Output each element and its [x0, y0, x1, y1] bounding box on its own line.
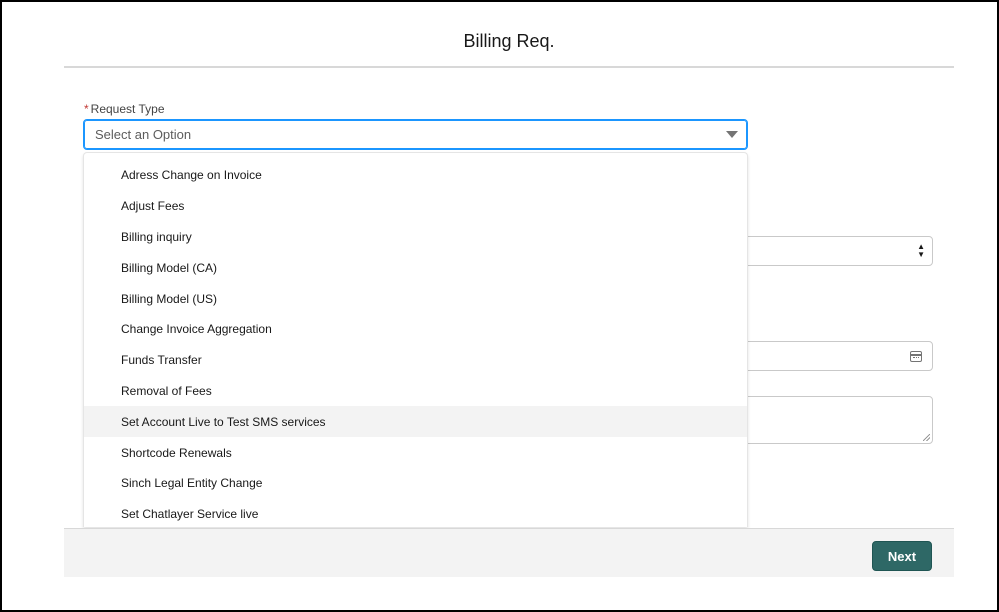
- listbox-option[interactable]: Funds Transfer: [84, 345, 747, 376]
- select-arrows-icon: ▲ ▼: [917, 242, 925, 259]
- combobox-placeholder: Select an Option: [95, 127, 192, 142]
- request-type-combobox[interactable]: Select an Option: [83, 119, 748, 150]
- resize-grip-icon[interactable]: [923, 434, 930, 441]
- listbox-option[interactable]: Set Chatlayer Service live: [84, 499, 747, 527]
- chevron-down-icon[interactable]: [726, 131, 738, 138]
- listbox-option[interactable]: Change Invoice Aggregation: [84, 314, 747, 345]
- modal-footer: Next: [64, 528, 954, 577]
- request-type-listbox: Adress Change on Invoice Adjust Fees Billi…: [83, 152, 748, 527]
- listbox-option[interactable]: Shortcode Renewals: [84, 437, 747, 468]
- listbox-option[interactable]: Set Account Live to Test SMS services: [84, 406, 747, 438]
- listbox-option[interactable]: Sinch Legal Entity Change: [84, 468, 747, 499]
- listbox-option[interactable]: Adjust Fees: [84, 191, 747, 222]
- required-marker: *: [84, 102, 89, 116]
- next-button[interactable]: Next: [872, 541, 932, 571]
- listbox-option[interactable]: Adress Change on Invoice: [84, 160, 747, 191]
- title-divider: [64, 66, 954, 68]
- request-type-label: * Request Type: [84, 102, 165, 116]
- calendar-icon[interactable]: [910, 351, 922, 362]
- request-type-label-text: Request Type: [90, 102, 165, 116]
- listbox-option[interactable]: Billing Model (US): [84, 283, 747, 314]
- modal-title: Billing Req.: [463, 30, 555, 51]
- listbox-option[interactable]: Billing inquiry: [84, 222, 747, 253]
- listbox-option[interactable]: Billing Model (CA): [84, 252, 747, 283]
- listbox-option[interactable]: Removal of Fees: [84, 376, 747, 407]
- modal-frame: Billing Req. * Request Type Select an Opt…: [0, 0, 999, 612]
